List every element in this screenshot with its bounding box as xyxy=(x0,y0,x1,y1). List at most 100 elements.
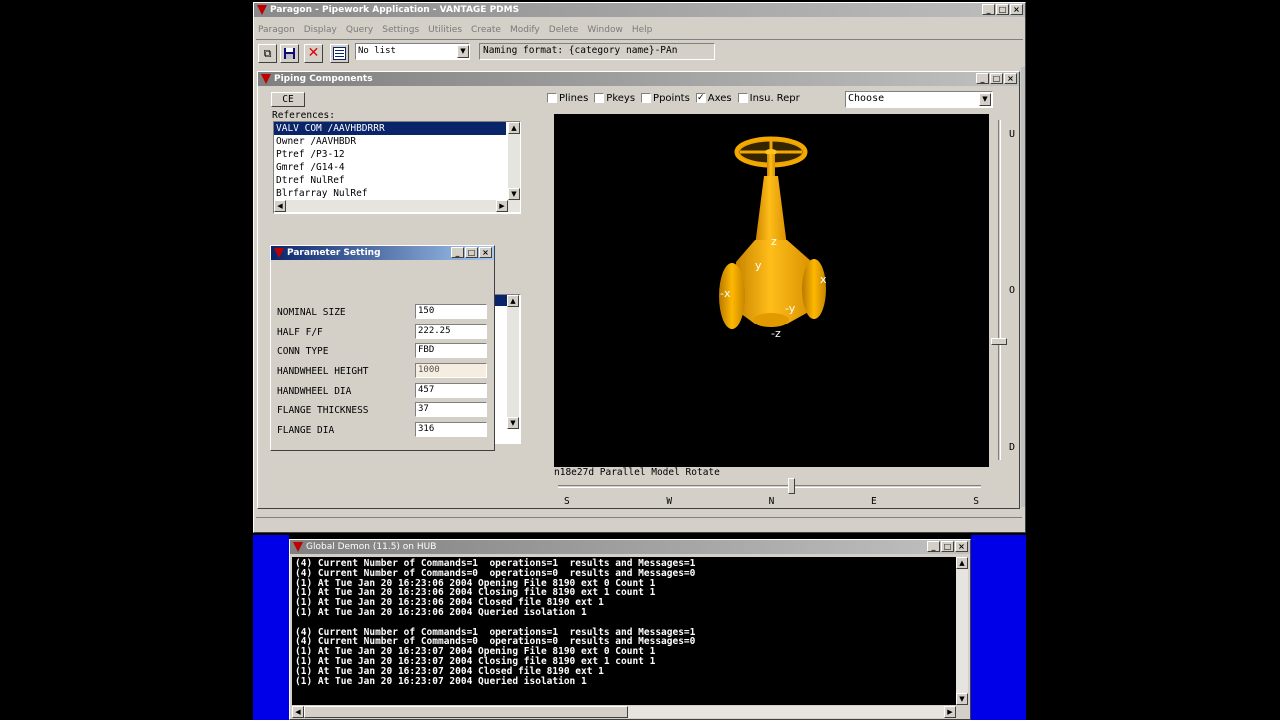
viewport-3d[interactable]: z y x -x -y -z xyxy=(554,114,989,467)
menu-create[interactable]: Create xyxy=(471,23,501,37)
param-minimize-button[interactable]: _ xyxy=(451,247,464,258)
console-output[interactable]: (4) Current Number of Commands=1 operati… xyxy=(292,557,956,705)
menu-delete[interactable]: Delete xyxy=(549,23,579,37)
list-icon[interactable] xyxy=(330,44,349,63)
ce-button-label: CE xyxy=(282,94,294,105)
reference-item[interactable]: Owner /AAVHBDR xyxy=(274,135,520,148)
option-ppoints[interactable]: Ppoints xyxy=(641,93,690,105)
param-input[interactable]: 1000 xyxy=(415,363,487,379)
option-axes[interactable]: ✓ Axes xyxy=(695,93,732,105)
right-flange xyxy=(802,259,826,319)
console-line: (1) At Tue Jan 20 16:23:06 2004 Queried … xyxy=(295,606,587,618)
console-maximize-button[interactable]: □ xyxy=(941,541,954,552)
reference-item[interactable]: Dtref NulRef xyxy=(274,174,520,187)
list-select-dropdown-button[interactable]: ▼ xyxy=(457,45,469,58)
reference-item-selected[interactable]: VALV COM /AAVHBDRRR xyxy=(274,122,506,135)
horizontal-slider-track[interactable] xyxy=(558,485,981,488)
param-row: HALF F/F 222.25 xyxy=(277,323,489,344)
menu-paragon[interactable]: Paragon xyxy=(258,23,295,37)
parameter-logo-icon xyxy=(274,248,284,258)
secondary-scroll-down-button[interactable]: ▼ xyxy=(507,417,519,429)
secondary-list-scrollbar[interactable]: ▲ ▼ xyxy=(507,295,519,429)
param-input[interactable]: 316 xyxy=(415,422,487,438)
valve-model: z y x -x -y -z xyxy=(719,136,827,340)
main-right-gutter xyxy=(1021,67,1025,507)
menu-modify[interactable]: Modify xyxy=(510,23,540,37)
piping-minimize-button[interactable]: _ xyxy=(976,73,989,84)
vertical-slider-thumb[interactable] xyxy=(991,338,1007,345)
param-input[interactable]: 457 xyxy=(415,382,487,398)
menu-query[interactable]: Query xyxy=(346,23,373,37)
reference-item[interactable]: Ptref /P3-12 xyxy=(274,148,520,161)
param-input[interactable]: 150 xyxy=(415,304,487,319)
console-minimize-button[interactable]: _ xyxy=(927,541,940,552)
console-hscrollbar[interactable]: ◀ ▶ xyxy=(292,706,956,718)
repr-select[interactable]: Choose xyxy=(845,91,993,108)
maximize-button[interactable]: □ xyxy=(996,4,1009,15)
secondary-scroll-up-button[interactable]: ▲ xyxy=(507,295,519,307)
console-scroll-up-button[interactable]: ▲ xyxy=(956,557,968,569)
repr-dropdown-button[interactable]: ▼ xyxy=(979,93,991,106)
menu-utilities[interactable]: Utilities xyxy=(428,23,462,37)
ppoints-checkbox[interactable] xyxy=(641,93,652,103)
scroll-down-button[interactable]: ▼ xyxy=(508,188,520,200)
menu-window[interactable]: Window xyxy=(587,23,623,37)
param-input[interactable]: 222.25 xyxy=(415,323,487,339)
console-scroll-down-button[interactable]: ▼ xyxy=(956,693,968,705)
param-maximize-button[interactable]: □ xyxy=(465,247,478,258)
console-scroll-left-button[interactable]: ◀ xyxy=(292,706,304,718)
display-options: Plines Pkeys Ppoints ✓ Axes Insu. Repr xyxy=(547,93,800,105)
console-close-button[interactable]: × xyxy=(955,541,968,552)
param-label: CONN TYPE xyxy=(277,346,329,358)
reference-item[interactable]: Blrfarray NulRef xyxy=(274,187,520,200)
close-button[interactable]: × xyxy=(1010,4,1023,15)
param-input[interactable]: FBD xyxy=(415,343,487,359)
main-title: Paragon - Pipework Application - VANTAGE… xyxy=(270,5,520,15)
references-hscrollbar[interactable]: ◀ ▶ xyxy=(274,200,520,212)
plines-label: Plines xyxy=(559,93,589,104)
repr-label: Repr xyxy=(776,93,800,104)
plines-checkbox[interactable] xyxy=(547,93,557,103)
axes-checkbox[interactable]: ✓ xyxy=(695,93,706,103)
param-row: HANDWHEEL DIA 457 xyxy=(277,382,489,403)
naming-format-text: Naming format: {category name}-PAn xyxy=(483,45,678,56)
piping-maximize-button[interactable]: □ xyxy=(990,73,1003,84)
scroll-left-button[interactable]: ◀ xyxy=(274,200,286,212)
minimize-button[interactable]: _ xyxy=(982,4,995,15)
reference-item[interactable]: Gmref /G14-4 xyxy=(274,161,520,174)
ce-button[interactable]: CE xyxy=(271,92,305,107)
references-list[interactable]: VALV COM /AAVHBDRRR Owner /AAVHBDR Ptref… xyxy=(273,121,521,214)
scroll-up-button[interactable]: ▲ xyxy=(508,122,520,134)
console-scroll-right-button[interactable]: ▶ xyxy=(944,706,956,718)
option-plines[interactable]: Plines xyxy=(547,93,588,105)
vertical-slider-track[interactable] xyxy=(998,120,1001,460)
save-icon[interactable] xyxy=(280,44,299,63)
copy-icon[interactable]: ⧉ xyxy=(258,44,277,63)
delete-icon[interactable]: ✕ xyxy=(304,44,323,63)
param-input[interactable]: 37 xyxy=(415,402,487,418)
references-scrollbar[interactable]: ▲ ▼ xyxy=(508,122,520,200)
secondary-list-selected xyxy=(495,295,507,306)
param-close-button[interactable]: × xyxy=(479,247,492,258)
option-insu[interactable]: Insu. xyxy=(737,93,774,105)
param-row: CONN TYPE FBD xyxy=(277,343,489,363)
console-vscrollbar[interactable]: ▲ ▼ xyxy=(956,557,968,705)
console-hscroll-thumb[interactable] xyxy=(304,706,628,718)
axis-neg-y-label: -y xyxy=(785,302,796,315)
list-select[interactable]: No list xyxy=(355,43,470,60)
piping-title: Piping Components xyxy=(274,74,373,84)
piping-close-button[interactable]: × xyxy=(1004,73,1017,84)
axis-y-label: y xyxy=(755,259,762,272)
horizontal-slider-thumb[interactable] xyxy=(788,478,795,494)
menu-display[interactable]: Display xyxy=(304,23,337,37)
param-label: FLANGE DIA xyxy=(277,425,335,437)
pkeys-checkbox[interactable] xyxy=(594,93,605,103)
menu-help[interactable]: Help xyxy=(632,23,653,37)
scroll-right-button[interactable]: ▶ xyxy=(496,200,508,212)
axis-z-label: z xyxy=(771,235,777,248)
list-select-value: No list xyxy=(358,46,396,56)
insu-checkbox[interactable] xyxy=(737,93,748,103)
option-pkeys[interactable]: Pkeys xyxy=(594,93,635,105)
secondary-list[interactable]: ▲ ▼ xyxy=(494,294,521,444)
menu-settings[interactable]: Settings xyxy=(382,23,419,37)
